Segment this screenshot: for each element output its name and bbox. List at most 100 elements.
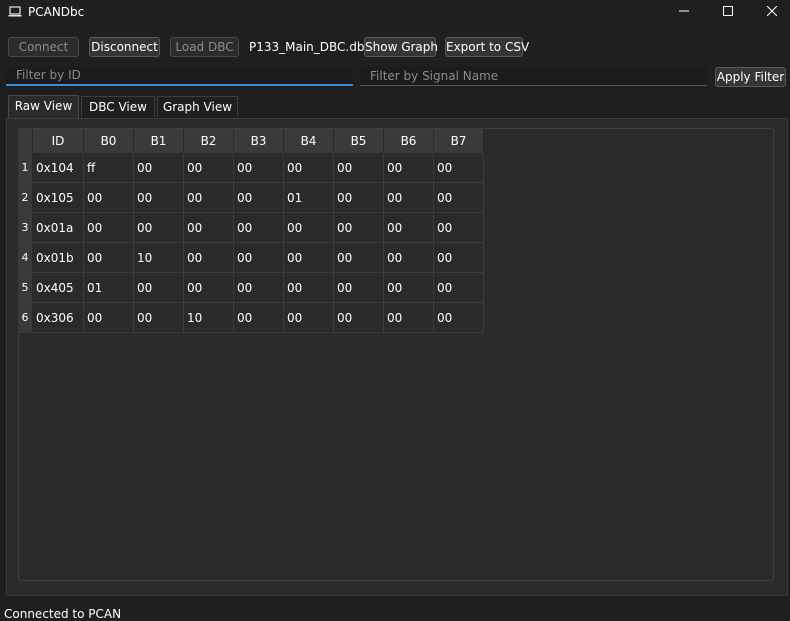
cell-byte-7[interactable]: 00 xyxy=(433,242,484,273)
minimize-button[interactable] xyxy=(662,0,706,22)
show-graph-button[interactable]: Show Graph xyxy=(364,37,438,57)
column-header-b1[interactable]: B1 xyxy=(133,129,184,153)
cell-byte-3[interactable]: 00 xyxy=(233,153,284,183)
laptop-icon xyxy=(8,6,22,17)
row-header[interactable]: 3 xyxy=(18,212,33,243)
column-header-b7[interactable]: B7 xyxy=(433,129,484,153)
column-header-b0[interactable]: B0 xyxy=(83,129,134,153)
column-header-id[interactable]: ID xyxy=(32,129,84,153)
cell-byte-1[interactable]: 10 xyxy=(133,242,184,273)
cell-byte-6[interactable]: 00 xyxy=(383,302,434,333)
cell-byte-4[interactable]: 01 xyxy=(283,182,334,213)
cell-byte-2[interactable]: 00 xyxy=(183,242,234,273)
column-header-b2[interactable]: B2 xyxy=(183,129,234,153)
cell-byte-4[interactable]: 00 xyxy=(283,302,334,333)
connect-button[interactable]: Connect xyxy=(8,37,79,57)
cell-byte-4[interactable]: 00 xyxy=(283,153,334,183)
cell-byte-4[interactable]: 00 xyxy=(283,242,334,273)
tab-graph-view[interactable]: Graph View xyxy=(157,96,238,117)
cell-byte-4[interactable]: 00 xyxy=(283,212,334,243)
row-header[interactable]: 4 xyxy=(18,242,33,273)
dbc-file-label: P133_Main_DBC.dbc xyxy=(249,40,372,54)
cell-byte-0[interactable]: ff xyxy=(83,153,134,183)
cell-byte-5[interactable]: 00 xyxy=(333,272,384,303)
cell-byte-6[interactable]: 00 xyxy=(383,242,434,273)
cell-byte-3[interactable]: 00 xyxy=(233,272,284,303)
row-header[interactable]: 1 xyxy=(18,153,33,183)
cell-byte-1[interactable]: 00 xyxy=(133,153,184,183)
cell-byte-5[interactable]: 00 xyxy=(333,302,384,333)
cell-byte-2[interactable]: 10 xyxy=(183,302,234,333)
cell-id[interactable]: 0x105 xyxy=(32,182,84,213)
cell-byte-0[interactable]: 01 xyxy=(83,272,134,303)
cell-byte-3[interactable]: 00 xyxy=(233,212,284,243)
cell-byte-2[interactable]: 00 xyxy=(183,153,234,183)
tab-raw-view[interactable]: Raw View xyxy=(8,95,79,118)
cell-byte-4[interactable]: 00 xyxy=(283,272,334,303)
cell-byte-5[interactable]: 00 xyxy=(333,242,384,273)
cell-byte-1[interactable]: 00 xyxy=(133,212,184,243)
cell-byte-7[interactable]: 00 xyxy=(433,182,484,213)
cell-byte-1[interactable]: 00 xyxy=(133,182,184,213)
close-button[interactable] xyxy=(750,0,790,22)
column-header-b5[interactable]: B5 xyxy=(333,129,384,153)
cell-byte-7[interactable]: 00 xyxy=(433,212,484,243)
column-header-b3[interactable]: B3 xyxy=(233,129,284,153)
cell-byte-5[interactable]: 00 xyxy=(333,182,384,213)
row-header[interactable]: 6 xyxy=(18,302,33,333)
column-header-b6[interactable]: B6 xyxy=(383,129,434,153)
maximize-button[interactable] xyxy=(706,0,750,22)
window-title: PCANDbc xyxy=(28,5,85,19)
cell-byte-6[interactable]: 00 xyxy=(383,182,434,213)
table-row[interactable]: 1 0x104 ff 00 00 00 00 00 00 00 xyxy=(18,153,484,183)
cell-id[interactable]: 0x306 xyxy=(32,302,84,333)
cell-byte-2[interactable]: 00 xyxy=(183,272,234,303)
cell-byte-5[interactable]: 00 xyxy=(333,212,384,243)
cell-byte-2[interactable]: 00 xyxy=(183,212,234,243)
status-bar: Connected to PCAN xyxy=(4,607,122,621)
raw-data-table: ID B0 B1 B2 B3 B4 B5 B6 B7 1 0x104 ff 00 00 0… xyxy=(18,129,484,333)
cell-byte-5[interactable]: 00 xyxy=(333,153,384,183)
filter-signal-input[interactable] xyxy=(360,66,707,86)
cell-byte-0[interactable]: 00 xyxy=(83,212,134,243)
cell-byte-6[interactable]: 00 xyxy=(383,212,434,243)
disconnect-button[interactable]: Disconnect xyxy=(89,37,160,57)
row-header[interactable]: 5 xyxy=(18,272,33,303)
cell-byte-6[interactable]: 00 xyxy=(383,272,434,303)
apply-filter-button[interactable]: Apply Filter xyxy=(715,67,786,87)
cell-byte-2[interactable]: 00 xyxy=(183,182,234,213)
maximize-icon xyxy=(723,6,733,16)
minimize-icon xyxy=(679,10,689,12)
table-header-row: ID B0 B1 B2 B3 B4 B5 B6 B7 xyxy=(18,129,484,153)
table-row[interactable]: 2 0x105 00 00 00 00 01 00 00 00 xyxy=(18,182,484,213)
cell-id[interactable]: 0x405 xyxy=(32,272,84,303)
cell-byte-7[interactable]: 00 xyxy=(433,302,484,333)
cell-byte-3[interactable]: 00 xyxy=(233,182,284,213)
filter-id-input[interactable] xyxy=(6,66,353,86)
cell-id[interactable]: 0x104 xyxy=(32,153,84,183)
cell-byte-7[interactable]: 00 xyxy=(433,153,484,183)
close-icon xyxy=(767,6,777,16)
cell-byte-3[interactable]: 00 xyxy=(233,302,284,333)
table-row[interactable]: 4 0x01b 00 10 00 00 00 00 00 00 xyxy=(18,242,484,273)
export-csv-button[interactable]: Export to CSV xyxy=(445,37,529,57)
table-row[interactable]: 6 0x306 00 00 10 00 00 00 00 00 xyxy=(18,302,484,333)
cell-byte-1[interactable]: 00 xyxy=(133,302,184,333)
cell-byte-0[interactable]: 00 xyxy=(83,182,134,213)
cell-byte-6[interactable]: 00 xyxy=(383,153,434,183)
row-header[interactable]: 2 xyxy=(18,182,33,213)
corner-header[interactable] xyxy=(18,129,33,153)
cell-byte-3[interactable]: 00 xyxy=(233,242,284,273)
cell-byte-0[interactable]: 00 xyxy=(83,302,134,333)
tab-dbc-view[interactable]: DBC View xyxy=(81,96,155,117)
load-dbc-button[interactable]: Load DBC xyxy=(170,37,239,57)
column-header-b4[interactable]: B4 xyxy=(283,129,334,153)
cell-byte-7[interactable]: 00 xyxy=(433,272,484,303)
table-row[interactable]: 3 0x01a 00 00 00 00 00 00 00 00 xyxy=(18,212,484,243)
cell-byte-1[interactable]: 00 xyxy=(133,272,184,303)
cell-id[interactable]: 0x01a xyxy=(32,212,84,243)
cell-id[interactable]: 0x01b xyxy=(32,242,84,273)
cell-byte-0[interactable]: 00 xyxy=(83,242,134,273)
table-row[interactable]: 5 0x405 01 00 00 00 00 00 00 00 xyxy=(18,272,484,303)
title-bar: PCANDbc xyxy=(0,0,790,26)
